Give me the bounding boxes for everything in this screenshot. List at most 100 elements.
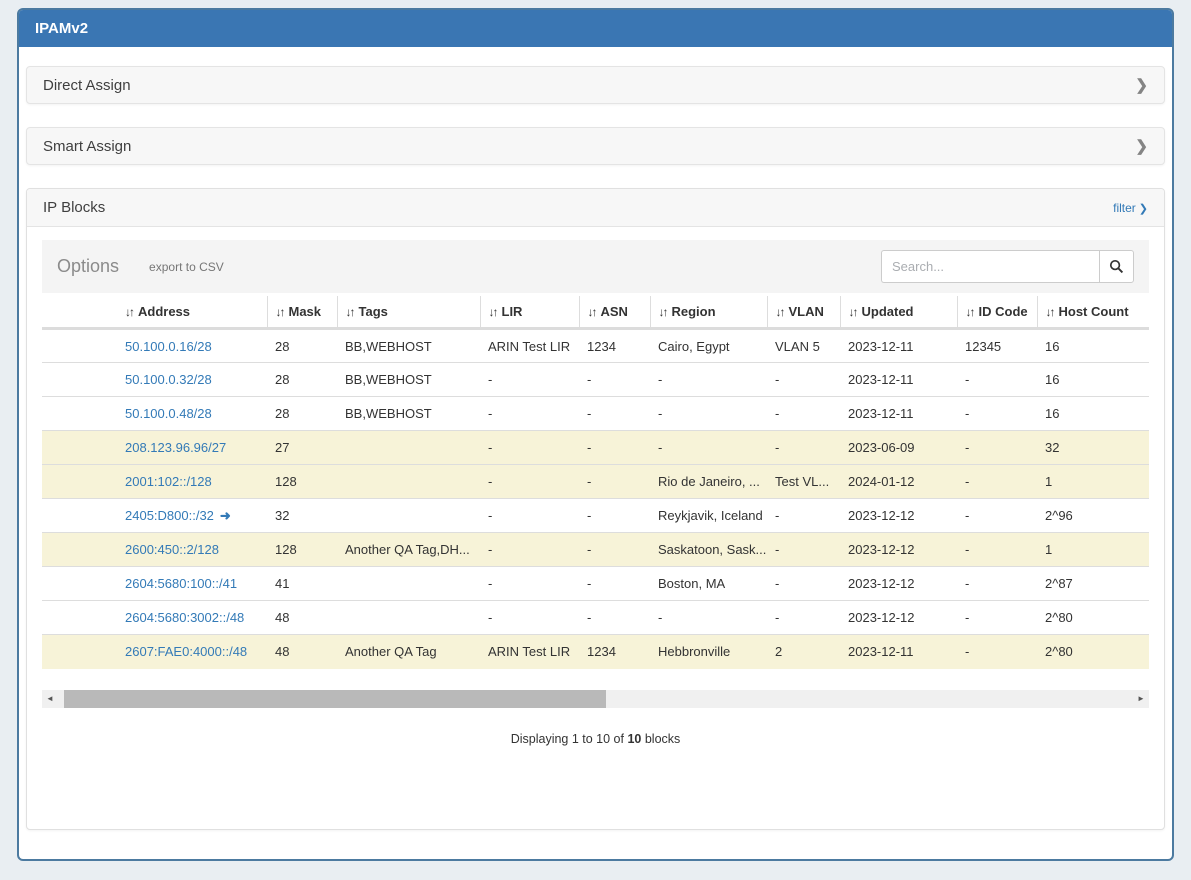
cell-host_count: 2^80 (1037, 635, 1149, 669)
cell-mask: 41 (267, 567, 337, 601)
cell-mask: 128 (267, 533, 337, 567)
cell-host_count: 1 (1037, 465, 1149, 499)
table-row: 2607:FAE0:4000::/4848Another QA TagARIN … (42, 635, 1149, 669)
cell-tags: BB,WEBHOST (337, 329, 480, 363)
chevron-right-icon: ❯ (1135, 76, 1148, 94)
address-link[interactable]: 50.100.0.32/28 (125, 372, 212, 387)
cell-updated: 2023-06-09 (840, 431, 957, 465)
cell-asn: - (579, 567, 650, 601)
column-header-updated[interactable]: ↓↑Updated (840, 296, 957, 329)
address-link[interactable]: 208.123.96.96/27 (125, 440, 226, 455)
column-header-address[interactable]: ↓↑Address (117, 296, 267, 329)
cell-asn: - (579, 431, 650, 465)
cell-id_code: - (957, 635, 1037, 669)
column-header-id_code[interactable]: ↓↑ID Code (957, 296, 1037, 329)
ip-blocks-panel: IP Blocks filter❯ Options export to CSV (26, 188, 1165, 830)
cell-host_count: 16 (1037, 329, 1149, 363)
address-link[interactable]: 2600:450::2/128 (125, 542, 219, 557)
row-spacer (42, 567, 117, 601)
row-spacer (42, 363, 117, 397)
address-link[interactable]: 2405:D800::/32 (125, 508, 214, 523)
direct-assign-panel[interactable]: Direct Assign ❯ (26, 66, 1165, 104)
cell-updated: 2023-12-12 (840, 601, 957, 635)
cell-region: Hebbronville (650, 635, 767, 669)
search-button[interactable] (1099, 250, 1134, 283)
options-title: Options (57, 256, 119, 277)
column-header-tags[interactable]: ↓↑Tags (337, 296, 480, 329)
row-spacer (42, 601, 117, 635)
cell-id_code: - (957, 465, 1037, 499)
cell-region: Reykjavik, Iceland (650, 499, 767, 533)
cell-address: 2604:5680:3002::/48 (117, 601, 267, 635)
address-link[interactable]: 2001:102::/128 (125, 474, 212, 489)
export-csv-link[interactable]: export to CSV (149, 260, 224, 274)
ip-blocks-header: IP Blocks filter❯ (27, 189, 1164, 227)
cell-region: - (650, 397, 767, 431)
cell-id_code: - (957, 533, 1037, 567)
chevron-right-icon: ❯ (1139, 203, 1148, 215)
cell-asn: - (579, 465, 650, 499)
sort-icon: ↓↑ (346, 305, 354, 319)
cell-host_count: 16 (1037, 363, 1149, 397)
app-title: IPAMv2 (35, 20, 88, 37)
row-spacer (42, 533, 117, 567)
column-header-mask[interactable]: ↓↑Mask (267, 296, 337, 329)
main-content: Direct Assign ❯ Smart Assign ❯ IP Blocks… (19, 47, 1172, 830)
search-input[interactable] (881, 250, 1099, 283)
column-header-host_count[interactable]: ↓↑Host Count (1037, 296, 1149, 329)
pagination-suffix: blocks (645, 732, 680, 746)
column-header-vlan[interactable]: ↓↑VLAN (767, 296, 840, 329)
cell-lir: - (480, 397, 579, 431)
cell-mask: 28 (267, 329, 337, 363)
address-link[interactable]: 2607:FAE0:4000::/48 (125, 644, 247, 659)
column-header-region[interactable]: ↓↑Region (650, 296, 767, 329)
table-row: 2600:450::2/128128Another QA Tag,DH...--… (42, 533, 1149, 567)
sort-icon: ↓↑ (588, 305, 596, 319)
cell-updated: 2023-12-11 (840, 397, 957, 431)
cell-lir: - (480, 363, 579, 397)
ip-blocks-title: IP Blocks (43, 199, 105, 216)
address-link[interactable]: 50.100.0.16/28 (125, 339, 212, 354)
address-link[interactable]: 2604:5680:3002::/48 (125, 610, 244, 625)
address-link[interactable]: 50.100.0.48/28 (125, 406, 212, 421)
table-row: 2405:D800::/32➜32--Reykjavik, Iceland-20… (42, 499, 1149, 533)
sort-icon: ↓↑ (966, 305, 974, 319)
cell-host_count: 2^80 (1037, 601, 1149, 635)
cell-host_count: 16 (1037, 397, 1149, 431)
address-link[interactable]: 2604:5680:100::/41 (125, 576, 237, 591)
cell-tags (337, 499, 480, 533)
scrollbar-thumb[interactable] (64, 690, 606, 708)
cell-tags: BB,WEBHOST (337, 397, 480, 431)
cell-address: 2604:5680:100::/41 (117, 567, 267, 601)
scroll-left-icon[interactable]: ◄ (42, 690, 58, 708)
cell-lir: - (480, 465, 579, 499)
cell-region: Cairo, Egypt (650, 329, 767, 363)
row-spacer (42, 431, 117, 465)
cell-vlan: Test VL... (767, 465, 840, 499)
cell-updated: 2023-12-12 (840, 499, 957, 533)
cell-vlan: VLAN 5 (767, 329, 840, 363)
cell-id_code: - (957, 499, 1037, 533)
cell-asn: - (579, 601, 650, 635)
arrow-right-icon: ➜ (220, 508, 231, 523)
table-row: 208.123.96.96/2727----2023-06-09-32 (42, 431, 1149, 465)
column-header-lir[interactable]: ↓↑LIR (480, 296, 579, 329)
cell-vlan: - (767, 533, 840, 567)
cell-mask: 48 (267, 601, 337, 635)
smart-assign-panel[interactable]: Smart Assign ❯ (26, 127, 1165, 165)
filter-link[interactable]: filter❯ (1113, 201, 1148, 215)
column-header-asn[interactable]: ↓↑ASN (579, 296, 650, 329)
scroll-right-icon[interactable]: ► (1133, 690, 1149, 708)
cell-tags: Another QA Tag (337, 635, 480, 669)
cell-region: Boston, MA (650, 567, 767, 601)
sort-icon: ↓↑ (776, 305, 784, 319)
column-label: LIR (502, 304, 523, 319)
sort-icon: ↓↑ (1046, 305, 1054, 319)
cell-address: 2001:102::/128 (117, 465, 267, 499)
search-group (881, 250, 1134, 283)
horizontal-scrollbar[interactable]: ◄ ► (42, 690, 1149, 708)
cell-address: 2600:450::2/128 (117, 533, 267, 567)
cell-address: 2405:D800::/32 ➜ (117, 499, 267, 533)
app-window: IPAMv2 Direct Assign ❯ Smart Assign ❯ IP… (17, 8, 1174, 861)
chevron-right-icon: ❯ (1135, 137, 1148, 155)
